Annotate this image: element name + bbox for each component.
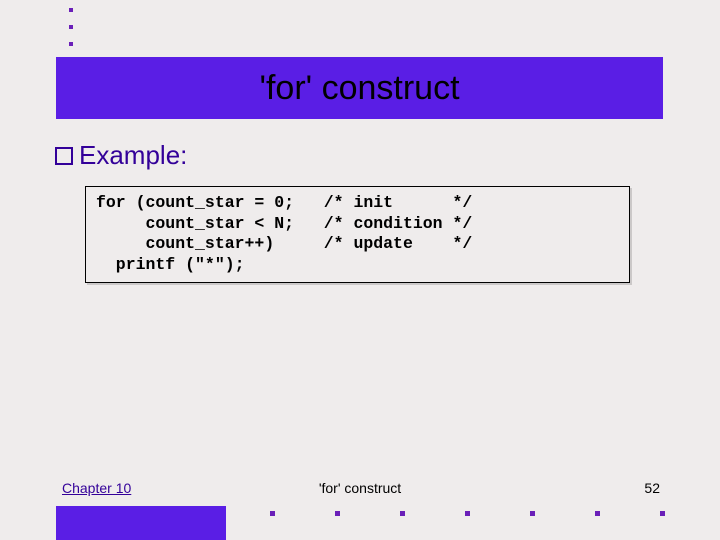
dot-icon xyxy=(465,511,470,516)
bullet-example: Example: xyxy=(55,140,187,171)
dot-icon xyxy=(69,8,73,12)
dot-icon xyxy=(69,42,73,46)
code-line: count_star < N; /* condition */ xyxy=(96,214,619,235)
decorative-bottom-block xyxy=(56,506,226,540)
slide-title: 'for' construct xyxy=(259,69,459,108)
title-bar: 'for' construct xyxy=(56,57,663,119)
bullet-label: Example: xyxy=(79,140,187,171)
dot-icon xyxy=(69,25,73,29)
footer-chapter: Chapter 10 xyxy=(62,480,131,496)
code-line: printf ("*"); xyxy=(96,255,619,276)
dot-icon xyxy=(400,511,405,516)
bullet-square-icon xyxy=(55,147,73,165)
dot-icon xyxy=(660,511,665,516)
dot-icon xyxy=(530,511,535,516)
decorative-dots-top xyxy=(69,8,73,59)
dot-icon xyxy=(270,511,275,516)
footer-page-number: 52 xyxy=(644,480,660,496)
decorative-dots-bottom xyxy=(270,511,720,516)
footer-center: 'for' construct xyxy=(319,480,401,496)
dot-icon xyxy=(335,511,340,516)
code-line: count_star++) /* update */ xyxy=(96,234,619,255)
code-line: for (count_star = 0; /* init */ xyxy=(96,193,619,214)
code-example-box: for (count_star = 0; /* init */ count_st… xyxy=(85,186,630,283)
dot-icon xyxy=(595,511,600,516)
